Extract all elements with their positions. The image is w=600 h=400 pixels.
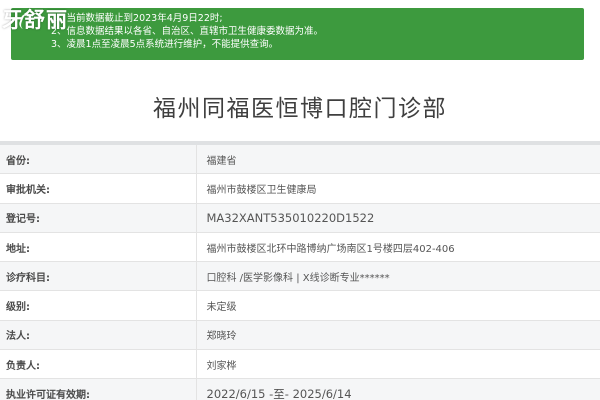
table-row-registration: 登记号: MA32XANT535010220D1522 xyxy=(0,203,600,233)
row-label: 执业许可证有效期: xyxy=(0,378,197,400)
table-row-departments: 诊疗科目: 口腔科 /医学影像科 | X线诊断专业****** xyxy=(0,261,600,292)
row-value: 郑晓玲 xyxy=(196,320,600,351)
row-label: 登记号: xyxy=(0,203,197,233)
row-label: 地址: xyxy=(0,232,197,263)
notice-line-3: 3、凌晨1点至凌晨5点系统进行维护，不能提供查询。 xyxy=(51,39,279,50)
notice-banner: 1、当前数据截止到2023年4月9日22时; 2、信息数据结果以各省、自治区、直… xyxy=(11,8,584,60)
table-row-authority: 审批机关: 福州市鼓楼区卫生健康局 xyxy=(0,173,600,204)
page: 牙舒丽 1、当前数据截止到2023年4月9日22时; 2、信息数据结果以各省、自… xyxy=(0,0,600,400)
row-label: 级别: xyxy=(0,290,197,321)
row-value: 福建省 xyxy=(196,145,600,175)
table-row-license-validity: 执业许可证有效期: 2022/6/15 -至- 2025/6/14 xyxy=(0,378,600,400)
row-value: 口腔科 /医学影像科 | X线诊断专业****** xyxy=(196,261,600,292)
page-title: 福州同福医恒博口腔门诊部 xyxy=(153,96,447,122)
table-row-address: 地址: 福州市鼓楼区北环中路博纳广场南区1号楼四层402-406 xyxy=(0,232,600,263)
row-value: 福州市鼓楼区北环中路博纳广场南区1号楼四层402-406 xyxy=(196,232,600,263)
notice-line-2: 2、信息数据结果以各省、自治区、直辖市卫生健康委数据为准。 xyxy=(51,26,324,37)
row-label: 省份: xyxy=(0,145,197,175)
table-row-province: 省份: 福建省 xyxy=(0,145,600,175)
notice-line-1: 1、当前数据截止到2023年4月9日22时; xyxy=(51,13,223,24)
row-value: 福州市鼓楼区卫生健康局 xyxy=(196,173,600,204)
details-table: 省份: 福建省 审批机关: 福州市鼓楼区卫生健康局 登记号: MA32XANT5… xyxy=(0,145,600,400)
table-row-principal: 负责人: 刘家桦 xyxy=(0,349,600,380)
table-row-level: 级别: 未定级 xyxy=(0,290,600,321)
row-label: 法人: xyxy=(0,320,197,351)
row-value: MA32XANT535010220D1522 xyxy=(196,203,600,233)
row-label: 审批机关: xyxy=(0,173,197,204)
row-value: 未定级 xyxy=(196,290,600,321)
table-row-legal-person: 法人: 郑晓玲 xyxy=(0,320,600,351)
row-value: 刘家桦 xyxy=(196,349,600,380)
row-label: 诊疗科目: xyxy=(0,261,197,292)
row-label: 负责人: xyxy=(0,349,197,380)
row-value: 2022/6/15 -至- 2025/6/14 xyxy=(196,378,600,400)
